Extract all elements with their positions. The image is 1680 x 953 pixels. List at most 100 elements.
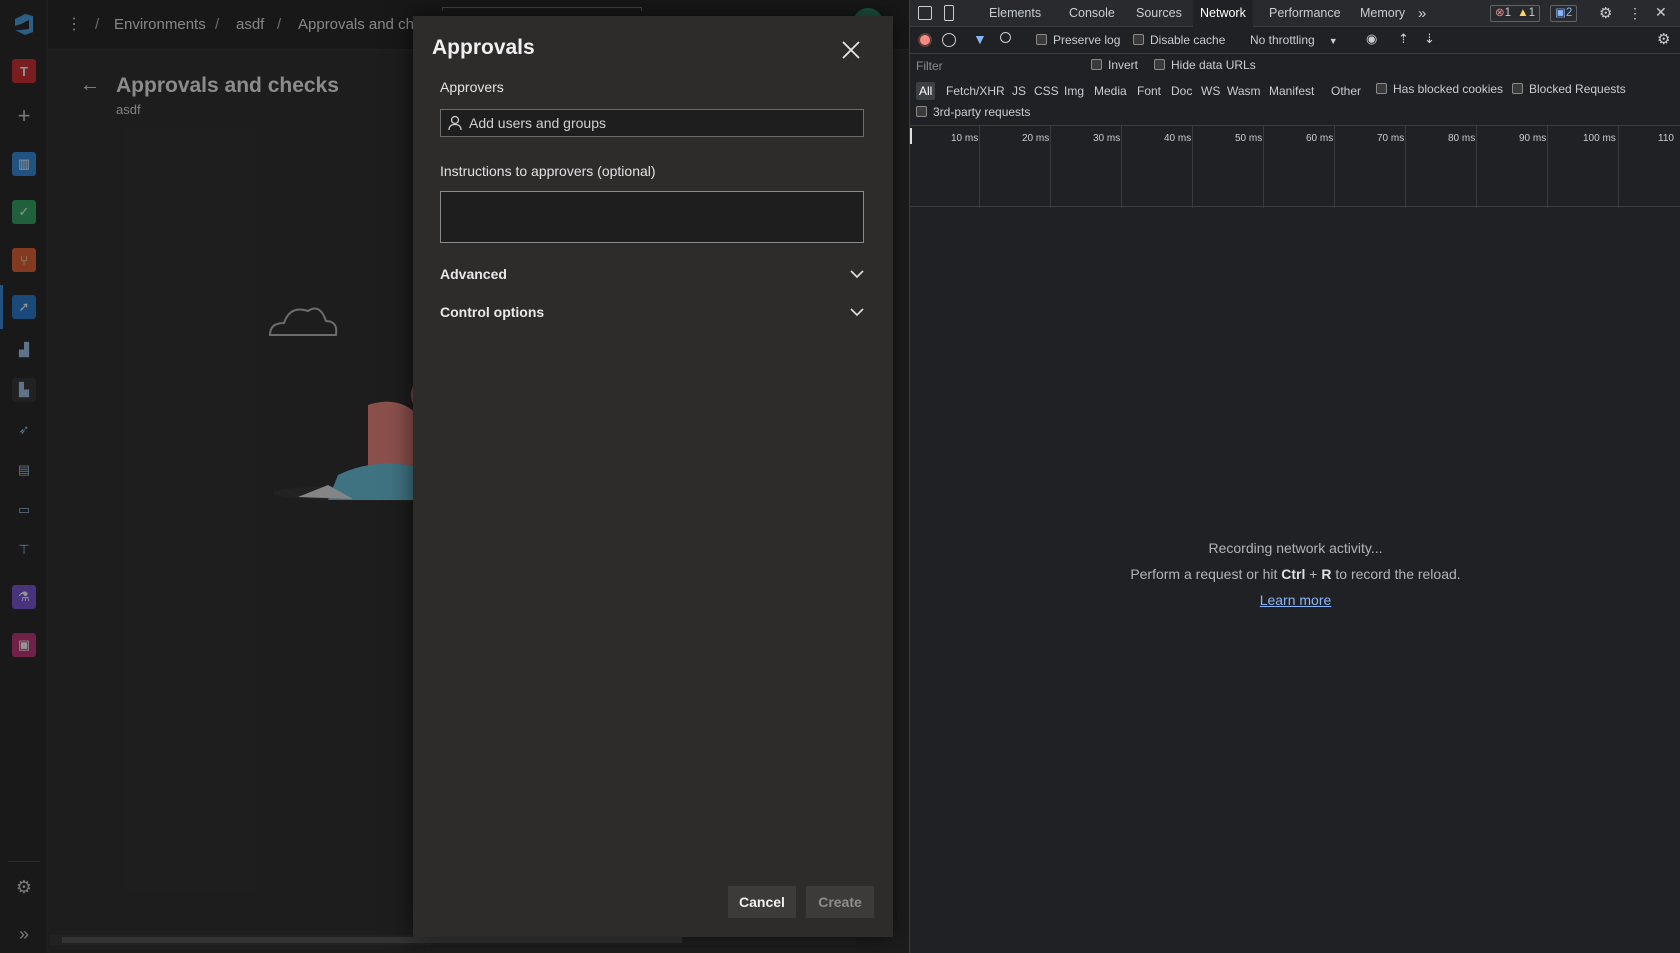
shortcut-key: R [1321, 566, 1332, 582]
approvals-dialog: Approvals Approvers Instructions to appr… [413, 16, 893, 937]
third-party-label: 3rd-party requests [933, 105, 1031, 119]
throttling-select[interactable]: No throttling ▼ [1250, 33, 1338, 47]
shortcut-plus: + [1305, 566, 1322, 582]
advanced-section-toggle[interactable]: Advanced [440, 262, 864, 286]
has-blocked-cookies-checkbox[interactable]: Has blocked cookies [1376, 82, 1503, 96]
has-blocked-cookies-label: Has blocked cookies [1393, 82, 1504, 96]
third-party-checkbox[interactable]: 3rd-party requests [916, 105, 1030, 119]
timeline-tick-label: 80 ms [1448, 133, 1476, 144]
blocked-requests-label: Blocked Requests [1529, 82, 1626, 96]
devtools-tab-bar: Elements Console Sources Network Perform… [910, 0, 1680, 27]
timeline-start-marker [910, 128, 912, 144]
close-devtools-icon[interactable]: ✕ [1655, 4, 1667, 21]
timeline-tick-label: 70 ms [1377, 133, 1405, 144]
resource-type-filters: All Fetch/XHR JS CSS Img Media Font Doc … [910, 78, 1680, 102]
reload-hint: Perform a request or hit Ctrl + R to rec… [910, 566, 1680, 582]
type-ws[interactable]: WS [1198, 82, 1223, 100]
approvers-picker[interactable] [440, 109, 864, 137]
inspect-element-icon[interactable] [918, 6, 932, 20]
instructions-field[interactable] [440, 191, 864, 243]
network-settings-icon[interactable]: ⚙ [1657, 30, 1670, 48]
record-icon[interactable] [918, 33, 932, 47]
dialog-title: Approvals [432, 36, 535, 59]
timeline-tick-label: 20 ms [1022, 133, 1050, 144]
disable-cache-label: Disable cache [1150, 33, 1226, 47]
type-font[interactable]: Font [1134, 82, 1164, 100]
disable-cache-checkbox[interactable]: Disable cache [1133, 33, 1225, 47]
message-count: 2 [1565, 7, 1573, 19]
timeline-tick-label: 60 ms [1306, 133, 1334, 144]
chevron-down-icon: ▼ [1328, 36, 1338, 46]
tab-elements[interactable]: Elements [982, 0, 1048, 27]
messages-badge[interactable]: ▣2 [1550, 5, 1578, 22]
network-timeline-overview[interactable]: 10 ms 20 ms 30 ms 40 ms 50 ms 60 ms 70 m… [910, 125, 1680, 208]
type-media[interactable]: Media [1091, 82, 1130, 100]
search-icon[interactable] [1000, 32, 1011, 43]
error-count: 1 [1504, 7, 1512, 19]
invert-checkbox[interactable]: Invert [1091, 58, 1138, 72]
close-icon[interactable] [839, 38, 863, 62]
import-har-icon[interactable]: ⇡ [1398, 31, 1409, 47]
issues-badge[interactable]: ⊗1 ▲1 [1490, 5, 1541, 22]
chevron-down-icon [850, 308, 864, 317]
approvers-input[interactable] [469, 110, 863, 136]
timeline-tick-label: 100 ms [1583, 133, 1616, 144]
filter-funnel-icon[interactable]: ▼ [973, 31, 987, 47]
device-toolbar-icon[interactable] [944, 5, 954, 21]
instructions-textarea[interactable] [441, 192, 863, 242]
hide-data-urls-checkbox[interactable]: Hide data URLs [1154, 58, 1256, 72]
more-options-icon[interactable]: ⋮ [1628, 5, 1642, 22]
tab-console[interactable]: Console [1062, 0, 1122, 27]
type-wasm[interactable]: Wasm [1224, 82, 1264, 100]
tab-network[interactable]: Network [1193, 0, 1253, 27]
cancel-button[interactable]: Cancel [728, 886, 796, 918]
timeline-tick-label: 110 [1658, 133, 1674, 144]
instructions-label: Instructions to approvers (optional) [440, 163, 656, 179]
warning-icon: ▲ [1517, 7, 1529, 19]
timeline-tick-label: 40 ms [1164, 133, 1192, 144]
preserve-log-checkbox[interactable]: Preserve log [1036, 33, 1120, 47]
chevron-down-icon [850, 270, 864, 279]
tab-sources[interactable]: Sources [1129, 0, 1189, 27]
reload-hint-text: Perform a request or hit [1130, 566, 1282, 582]
timeline-tick-label: 10 ms [951, 133, 979, 144]
clear-icon[interactable] [942, 33, 956, 47]
hide-data-urls-label: Hide data URLs [1171, 58, 1256, 72]
timeline-tick-label: 50 ms [1235, 133, 1263, 144]
type-manifest[interactable]: Manifest [1266, 82, 1317, 100]
network-toolbar: ▼ Preserve log Disable cache No throttli… [910, 27, 1680, 54]
type-fetch-xhr[interactable]: Fetch/XHR [943, 82, 1008, 100]
type-other[interactable]: Other [1328, 82, 1364, 100]
advanced-label: Advanced [440, 266, 507, 282]
filter-bar: Invert Hide data URLs [910, 54, 1680, 78]
create-button[interactable]: Create [806, 886, 874, 918]
blocked-requests-checkbox[interactable]: Blocked Requests [1512, 82, 1626, 96]
tab-performance[interactable]: Performance [1262, 0, 1348, 27]
network-conditions-icon[interactable]: ◉ [1366, 31, 1377, 47]
type-js[interactable]: JS [1009, 82, 1029, 100]
more-tabs-icon[interactable]: » [1411, 0, 1433, 27]
control-options-section-toggle[interactable]: Control options [440, 300, 864, 324]
type-all[interactable]: All [916, 82, 936, 100]
invert-label: Invert [1108, 58, 1139, 72]
preserve-log-label: Preserve log [1053, 33, 1121, 47]
message-icon: ▣ [1555, 7, 1566, 19]
tab-memory[interactable]: Memory [1353, 0, 1412, 27]
export-har-icon[interactable]: ⇣ [1424, 31, 1435, 47]
approvers-label: Approvers [440, 79, 504, 95]
filter-input[interactable] [916, 58, 1076, 74]
timeline-tick-label: 30 ms [1093, 133, 1121, 144]
devtools-panel: Elements Console Sources Network Perform… [909, 0, 1680, 953]
type-doc[interactable]: Doc [1168, 82, 1195, 100]
type-css[interactable]: CSS [1031, 82, 1062, 100]
azure-devops-app: T + ▥ ✓ ⑂ ➚ ▟ ▙ ➶ ▤ ▭ ⊤ ⚗ ▣ ⚙ » ⋮ / Envi… [0, 0, 909, 953]
person-icon [441, 115, 469, 131]
type-img[interactable]: Img [1061, 82, 1087, 100]
learn-more-link[interactable]: Learn more [1260, 592, 1332, 608]
control-options-label: Control options [440, 304, 545, 320]
recording-message: Recording network activity... [1208, 540, 1383, 556]
reload-hint-text: to record the reload. [1331, 566, 1461, 582]
network-empty-state: Recording network activity... Perform a … [910, 540, 1680, 618]
shortcut-key: Ctrl [1281, 566, 1306, 582]
settings-gear-icon[interactable]: ⚙ [1599, 4, 1612, 22]
